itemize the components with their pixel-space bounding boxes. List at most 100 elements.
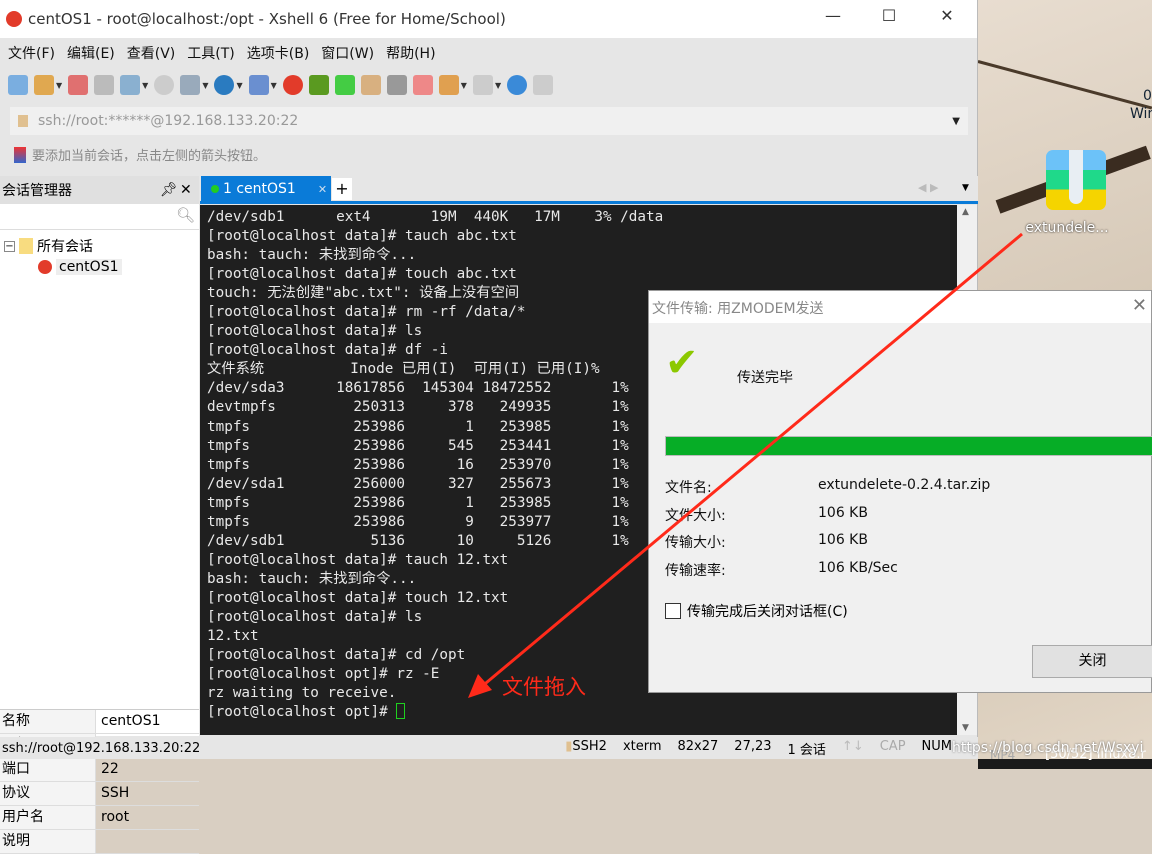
fullscreen-icon[interactable] <box>334 75 355 95</box>
field-label: 传输速率: <box>665 562 726 579</box>
desktop-file-label: extundele... <box>1025 220 1109 236</box>
dialog-close-icon[interactable]: ✕ <box>1132 295 1147 316</box>
desktop-partial-text: 0 <box>1143 88 1152 104</box>
lock-icon[interactable] <box>360 75 381 95</box>
title-bar: centOS1 - root@localhost:/opt - Xshell 6… <box>0 0 977 38</box>
transfer-icon[interactable] <box>180 75 201 95</box>
keyboard-icon[interactable] <box>386 75 407 95</box>
checkmark-icon: ✔ <box>665 340 699 386</box>
menu-edit[interactable]: 编辑(E) <box>67 43 115 63</box>
maximize-button[interactable]: ☐ <box>874 6 904 25</box>
up-down-arrows-icon[interactable]: ↑↓ <box>842 739 864 758</box>
field-value: 106 KB <box>818 532 868 548</box>
close-button[interactable]: ✕ <box>932 6 962 25</box>
session-manager-title: 会话管理器 <box>2 183 72 199</box>
field-value: extundelete-0.2.4.tar.zip <box>818 477 991 493</box>
property-value: 22 <box>101 761 119 777</box>
terminal-line: bash: tauch: 未找到命令... <box>207 247 417 264</box>
new-session-icon[interactable] <box>8 75 28 95</box>
xftp-icon[interactable] <box>308 75 329 95</box>
field-value: 106 KB <box>818 504 868 521</box>
property-key: 说明 <box>0 830 96 853</box>
property-key: 端口 <box>0 758 96 781</box>
close-dialog-checkbox[interactable]: 传输完成后关闭对话框(C) <box>665 601 848 621</box>
tab-list-dropdown-icon[interactable]: ▼ <box>962 183 969 193</box>
status-size: 82x27 <box>677 738 719 754</box>
status-cap: CAP <box>879 738 906 754</box>
connected-dot-icon <box>211 185 219 193</box>
menu-view[interactable]: 查看(V) <box>127 43 176 63</box>
tree-item-all-sessions[interactable]: − 所有会话 <box>4 236 195 256</box>
progress-fill <box>666 437 1152 455</box>
status-num: NUM <box>921 738 952 754</box>
tab-scroll-icon[interactable]: ◀ ▶ <box>918 181 938 194</box>
desktop-partial-text: Win <box>1130 106 1152 122</box>
terminal-line: [root@localhost data]# tauch abc.txt <box>207 228 517 245</box>
field-label: 文件名: <box>665 480 712 496</box>
new-tab-button[interactable]: + <box>332 178 352 200</box>
disconnect-icon[interactable] <box>94 75 115 95</box>
menu-tabs[interactable]: 选项卡(B) <box>247 43 310 63</box>
collapse-icon[interactable]: − <box>4 240 15 252</box>
address-bar[interactable]: ssh://root:******@192.168.133.20:22 ▼ <box>10 107 968 135</box>
xshell-icon[interactable] <box>282 75 303 95</box>
tree-item-centos1[interactable]: centOS1 <box>38 259 195 275</box>
menu-file[interactable]: 文件(F) <box>8 43 55 63</box>
globe-icon[interactable] <box>214 75 235 95</box>
tree-label: 所有会话 <box>37 239 93 255</box>
session-manager: 会话管理器 📌︎ ✕ 🔍︎ − 所有会话 centOS1 名称centOS1主机… <box>0 176 199 854</box>
property-row: 端口 22 <box>0 758 199 782</box>
property-value: SSH <box>101 785 130 801</box>
property-row: 用户名 root <box>0 806 199 830</box>
close-tab-icon[interactable]: ✕ <box>318 183 327 196</box>
terminal-line: [root@localhost data]# touch abc.txt <box>207 266 517 283</box>
menu-help[interactable]: 帮助(H) <box>386 43 435 63</box>
terminal-line: /dev/sdb1 ext4 19M 440K 17M 3% /data <box>207 209 664 225</box>
font-icon[interactable] <box>248 75 269 95</box>
hint-text: 要添加当前会话，点击左侧的箭头按钮。 <box>32 149 267 164</box>
status-protocol: ▮SSH2 <box>565 738 607 754</box>
lock-icon <box>18 115 28 127</box>
tab-bar: 1 centOS1 ✕ + ◀ ▶ ▼ <box>200 176 978 204</box>
dialog-title-bar: 文件传输: 用ZMODEM发送 ✕ <box>649 291 1151 323</box>
dialog-title: 文件传输: 用ZMODEM发送 <box>652 301 824 317</box>
property-row: 名称 centOS1 <box>0 710 199 734</box>
desktop-file-zip[interactable]: extundele... <box>1025 150 1112 236</box>
property-value <box>96 830 101 853</box>
field-label: 文件大小: <box>665 507 726 524</box>
checkbox-box[interactable] <box>665 603 681 619</box>
tab-centos1[interactable]: 1 centOS1 ✕ <box>201 176 331 202</box>
chat-icon[interactable] <box>533 75 554 95</box>
connect-icon[interactable] <box>68 75 89 95</box>
help-icon[interactable] <box>507 75 528 95</box>
close-dialog-button[interactable]: 关闭 <box>1032 645 1152 678</box>
tree-label: centOS1 <box>56 259 122 275</box>
find-icon[interactable] <box>154 75 175 95</box>
zip-archive-icon <box>1046 150 1106 210</box>
open-folder-icon[interactable] <box>34 75 54 95</box>
highlight-icon[interactable] <box>412 75 433 95</box>
menu-window[interactable]: 窗口(W) <box>321 43 374 63</box>
folder-icon <box>19 238 33 254</box>
status-sessions: 1 会话 <box>787 742 826 758</box>
property-row: 说明 <box>0 830 199 854</box>
session-search-input[interactable]: 🔍︎ <box>0 204 199 230</box>
close-panel-icon[interactable]: ✕ <box>180 182 192 198</box>
minimize-button[interactable]: — <box>818 6 848 25</box>
property-key: 协议 <box>0 782 96 805</box>
checkbox-label: 传输完成后关闭对话框(C) <box>687 604 848 620</box>
layout-icon[interactable] <box>472 75 493 95</box>
field-label: 传输大小: <box>665 535 726 551</box>
property-value: centOS1 <box>101 713 161 729</box>
properties-icon[interactable] <box>120 75 141 95</box>
menu-tools[interactable]: 工具(T) <box>187 43 234 63</box>
status-terminal-type: xterm <box>622 738 662 754</box>
add-folder-icon[interactable] <box>438 75 459 95</box>
property-row: 协议 SSH <box>0 782 199 806</box>
watermark: https://blog.csdn.net/Wsxyi <box>952 740 1144 756</box>
address-dropdown-icon[interactable]: ▼ <box>952 116 960 127</box>
bookmark-arrow-icon <box>14 146 26 163</box>
transfer-status: 传送完毕 <box>737 370 793 386</box>
field-value: 106 KB/Sec <box>818 559 898 576</box>
pin-icon[interactable]: 📌︎ <box>160 182 178 198</box>
